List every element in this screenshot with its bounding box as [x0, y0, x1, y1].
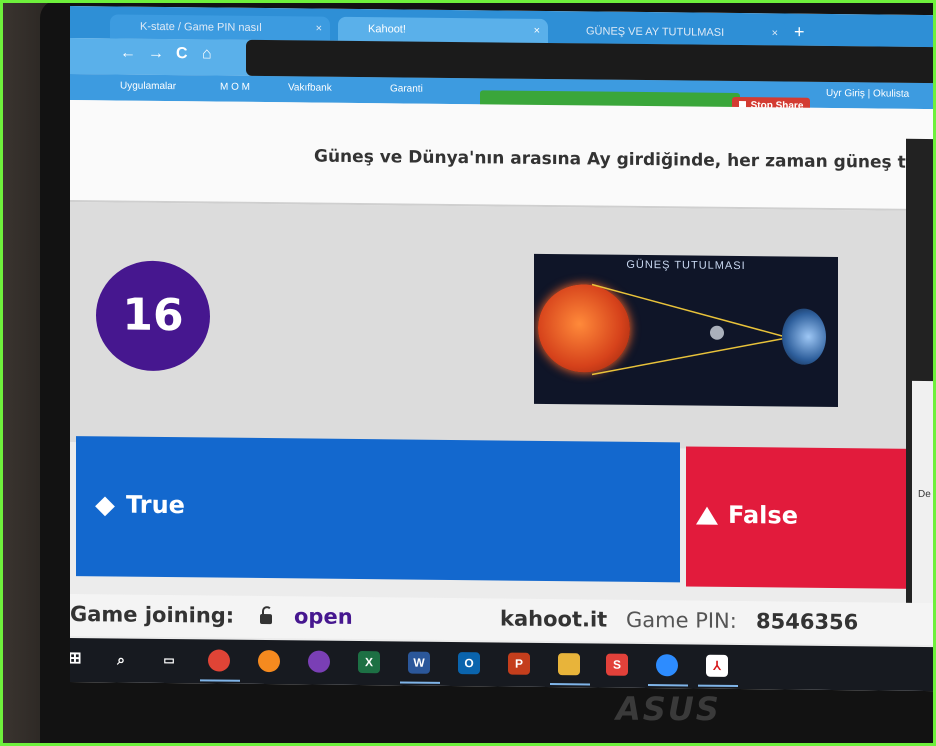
countdown-timer: 16 — [96, 260, 210, 372]
game-footer: Game joining: open kahoot.it Game PIN: 8… — [70, 594, 936, 646]
chrome-icon[interactable] — [208, 649, 230, 672]
reload-icon[interactable]: C — [176, 45, 188, 63]
back-icon[interactable]: ← — [120, 45, 136, 63]
bookmark-apps[interactable]: Uygulamalar — [120, 81, 176, 93]
asus-logo: ASUS — [616, 690, 721, 728]
outlook-icon[interactable]: O — [458, 652, 480, 675]
new-tab-button[interactable]: + — [794, 22, 805, 43]
close-icon[interactable]: × — [772, 21, 778, 45]
lock-open-icon — [260, 613, 272, 625]
home-icon[interactable]: ⌂ — [202, 45, 212, 63]
task-view-icon[interactable]: ▭ — [158, 649, 180, 671]
earth-illustration — [782, 308, 826, 365]
bookmark-vakifbank[interactable]: Vakıfbank — [288, 82, 332, 93]
close-icon[interactable]: × — [316, 17, 322, 41]
word-icon[interactable]: W — [408, 651, 430, 674]
answer-true-label: True — [126, 490, 185, 520]
question-text: Güneş ve Dünya'nın arasına Ay girdiğinde… — [314, 146, 936, 174]
answer-true-button[interactable]: True — [76, 436, 680, 583]
active-indicator — [648, 684, 688, 687]
monitor-screen: K-state / Game PIN nasıl × Kahoot! × GÜN… — [70, 6, 936, 692]
tab-gunes-tutulmasi[interactable]: GÜNEŞ VE AY TUTULMASI × — [556, 19, 786, 46]
search-icon[interactable]: ⌕ — [110, 648, 132, 670]
windows-taskbar: ⊞ ⌕ ▭ X W O P S ⅄ — [70, 638, 936, 692]
moon-illustration — [710, 325, 724, 340]
answer-false-button[interactable]: False — [686, 446, 936, 590]
game-joining-status: open — [294, 604, 353, 629]
diamond-icon — [95, 496, 115, 517]
bookmark-garanti[interactable]: Garanti — [390, 83, 423, 94]
active-indicator — [200, 679, 240, 682]
s-app-icon[interactable]: S — [606, 653, 628, 676]
triangle-icon — [696, 506, 718, 525]
firefox-icon[interactable] — [258, 649, 280, 673]
bookmark-mom[interactable]: M O M — [220, 82, 250, 93]
tab-kahoot[interactable]: Kahoot! × — [338, 16, 548, 44]
game-joining-label: Game joining: — [70, 602, 235, 628]
powerpoint-icon[interactable]: P — [508, 652, 530, 675]
active-indicator — [698, 684, 738, 687]
zoom-icon[interactable] — [656, 654, 678, 677]
screen-share-toolbar — [246, 39, 936, 84]
game-pin-label: Game PIN: — [626, 607, 737, 633]
file-explorer-icon[interactable] — [558, 653, 580, 676]
tab-label: GÜNEŞ VE AY TUTULMASI — [586, 25, 725, 39]
close-icon[interactable]: × — [534, 19, 540, 43]
excel-icon[interactable]: X — [358, 651, 380, 674]
acrobat-icon[interactable]: ⅄ — [706, 654, 728, 677]
bookmark-okulista[interactable]: Uyr Giriş | Okulista — [826, 88, 909, 100]
participant-name: De — [918, 488, 931, 501]
question-bar: Güneş ve Dünya'nın arasına Ay girdiğinde… — [70, 100, 936, 212]
answer-false-label: False — [728, 500, 798, 530]
forward-icon[interactable]: → — [148, 45, 164, 63]
kahoot-site: kahoot.it — [500, 606, 608, 632]
windows-start-icon[interactable]: ⊞ — [70, 648, 86, 670]
tor-icon[interactable] — [308, 650, 330, 673]
participant-thumbnail[interactable] — [912, 380, 936, 628]
game-pin-value: 8546356 — [756, 609, 859, 635]
active-indicator — [550, 683, 590, 686]
active-indicator — [400, 681, 440, 684]
tab-game-pin[interactable]: K-state / Game PIN nasıl × — [110, 14, 330, 41]
eclipse-image: GÜNEŞ TUTULMASI — [534, 253, 838, 408]
tab-label: K-state / Game PIN nasıl — [140, 20, 262, 35]
tab-label: Kahoot! — [368, 23, 406, 36]
